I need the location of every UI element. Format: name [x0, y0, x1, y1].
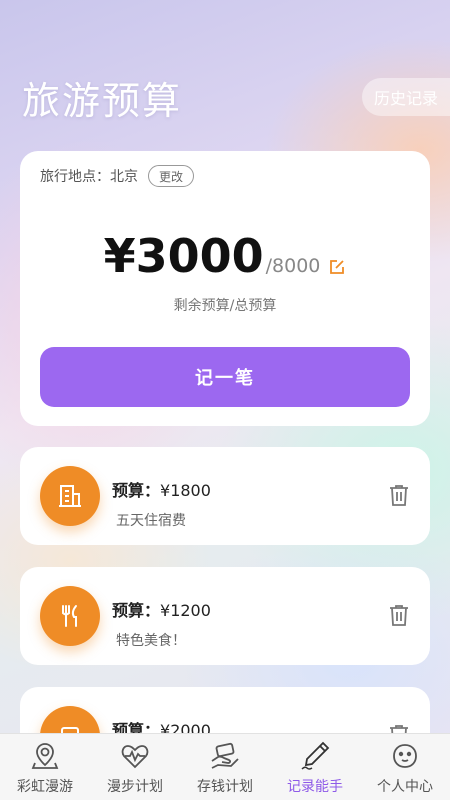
- tab-label: 漫步计划: [107, 779, 163, 795]
- budget-card: 旅行地点： 北京 更改 ¥3000 / 8000 剩余预算/总预算 记一笔: [20, 151, 430, 426]
- budget-item[interactable]: 预算：¥1800 五天住宿费: [20, 447, 430, 545]
- location-label: 旅行地点：: [40, 169, 110, 185]
- change-location-button[interactable]: 更改: [148, 165, 195, 187]
- history-button[interactable]: 历史记录: [362, 78, 450, 116]
- item-budget-label: 预算：: [112, 601, 161, 620]
- face-icon: [389, 740, 421, 772]
- budget-caption: 剩余预算/总预算: [173, 298, 277, 314]
- budget-item[interactable]: 预算：¥1200 特色美食！: [20, 567, 430, 665]
- tab-walk-plan[interactable]: 漫步计划: [90, 734, 180, 800]
- record-button[interactable]: 记一笔: [40, 347, 410, 407]
- tab-record-master[interactable]: 记录能手: [270, 734, 360, 800]
- heart-pulse-icon: [119, 740, 151, 772]
- item-description: 特色美食！: [116, 633, 186, 649]
- pen-icon: [299, 740, 331, 772]
- header: 旅游预算 历史记录: [0, 0, 450, 140]
- building-icon: [40, 466, 100, 526]
- tab-personal-center[interactable]: 个人中心: [360, 734, 450, 800]
- tab-label: 记录能手: [287, 779, 343, 795]
- tab-label: 存钱计划: [197, 779, 253, 795]
- tab-label: 彩虹漫游: [17, 779, 73, 795]
- bottom-tab-bar: 彩虹漫游 漫步计划 存钱计划 记录能手 个人中心: [0, 733, 450, 800]
- page-title: 旅游预算: [22, 79, 183, 123]
- item-description: 五天住宿费: [116, 513, 186, 529]
- location-value: 北京: [110, 169, 138, 185]
- item-amount: ¥1800: [160, 481, 211, 500]
- item-budget-label: 预算：: [112, 481, 161, 500]
- location-pin-icon: [29, 740, 61, 772]
- edit-icon[interactable]: [328, 258, 346, 276]
- utensils-icon: [40, 586, 100, 646]
- location-row: 旅行地点： 北京 更改: [40, 165, 195, 187]
- item-amount: ¥1200: [160, 601, 211, 620]
- amount-row: ¥3000 / 8000: [20, 229, 430, 289]
- trash-icon[interactable]: [388, 483, 410, 507]
- tab-rainbow-roam[interactable]: 彩虹漫游: [0, 734, 90, 800]
- hand-money-icon: [209, 740, 241, 772]
- tab-label: 个人中心: [377, 779, 433, 795]
- item-budget: 预算：¥1200: [112, 597, 211, 621]
- trash-icon[interactable]: [388, 603, 410, 627]
- total-budget: 8000: [272, 255, 321, 277]
- item-budget: 预算：¥1800: [112, 477, 211, 501]
- remaining-budget: ¥3000: [103, 229, 264, 283]
- tab-savings-plan[interactable]: 存钱计划: [180, 734, 270, 800]
